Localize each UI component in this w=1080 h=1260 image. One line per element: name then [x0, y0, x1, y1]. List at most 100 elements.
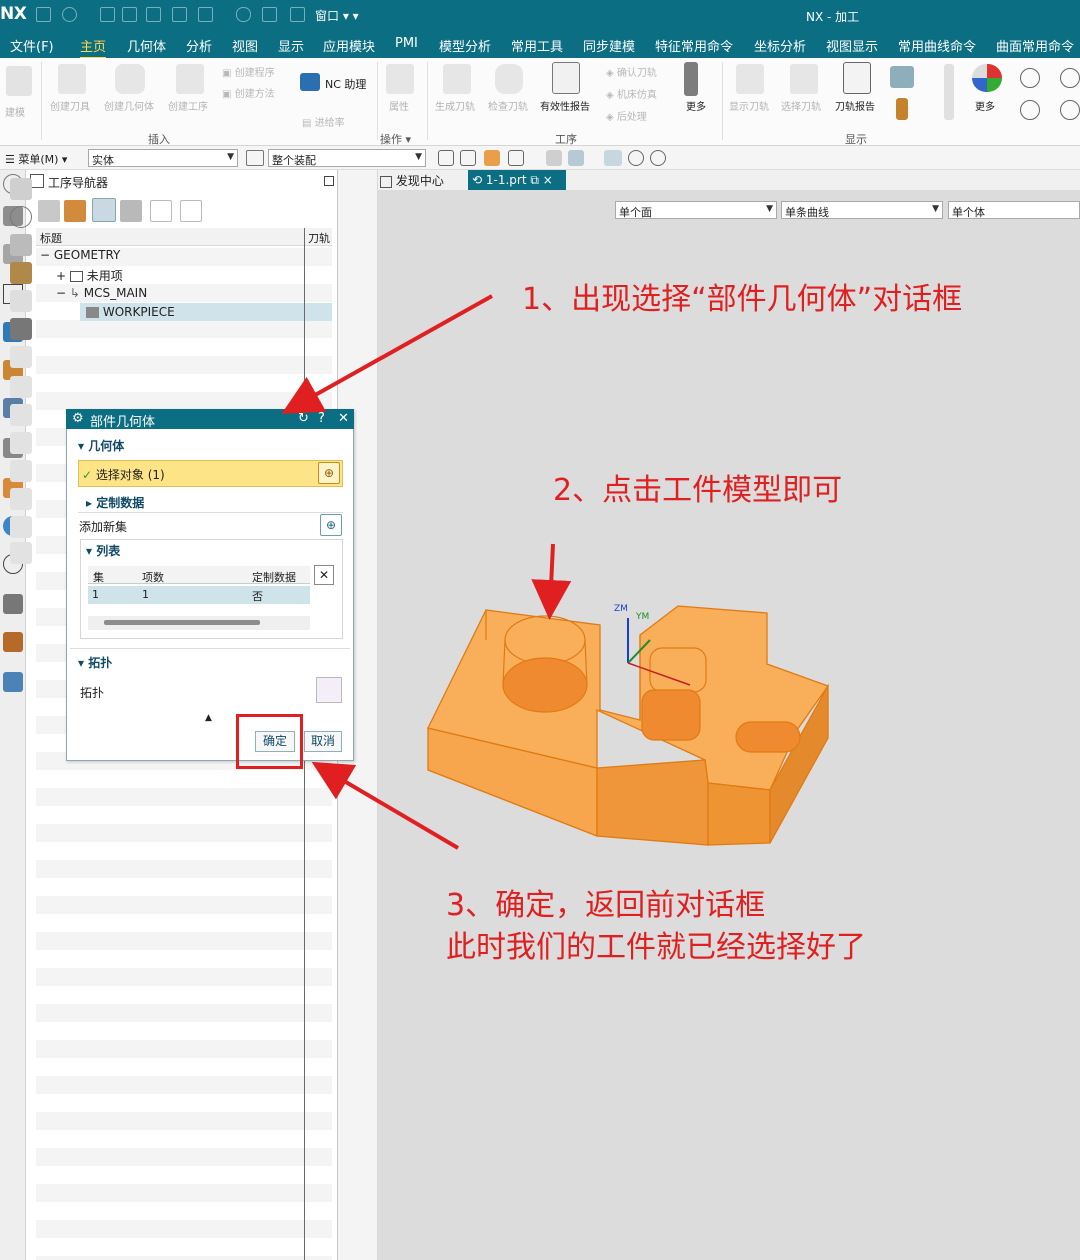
create-operation-icon[interactable] [176, 64, 204, 94]
window-switch-icon[interactable] [290, 7, 305, 22]
section-topology[interactable]: ▾ 拓扑 [78, 654, 112, 671]
machine-icon[interactable] [3, 632, 23, 652]
more-button-2[interactable]: 更多 [975, 98, 995, 113]
box-select-icon[interactable] [546, 150, 562, 166]
tab-part[interactable]: ⟲ 1-1.prt ⧉ × [468, 170, 566, 192]
filter-icon[interactable] [246, 150, 264, 166]
section-geometry[interactable]: ▾ 几何体 [78, 437, 124, 454]
properties-icon[interactable] [386, 64, 414, 94]
measure-icon[interactable] [262, 7, 277, 22]
create-program-button[interactable]: ▣ 创建程序 [222, 64, 275, 79]
menu-view[interactable]: 视图 [232, 36, 258, 55]
roles-icon[interactable] [3, 672, 23, 692]
topology-icon[interactable] [316, 677, 342, 703]
table-scrollbar[interactable] [104, 620, 260, 625]
machine-sim-button[interactable]: ◈ 机床仿真 [606, 86, 657, 101]
hide-icon[interactable] [650, 150, 666, 166]
add-set-icon[interactable]: ⊕ [320, 514, 342, 536]
validity-report-icon[interactable] [552, 62, 580, 94]
cut-icon[interactable] [100, 7, 115, 22]
tools-icon[interactable] [3, 594, 23, 614]
solid-select-icon[interactable] [484, 150, 500, 166]
menu-model-analysis[interactable]: 模型分析 [439, 36, 491, 55]
previous-icon[interactable] [1020, 68, 1040, 88]
more-icon[interactable] [684, 62, 698, 96]
last-icon[interactable] [1060, 100, 1080, 120]
postprocess-button[interactable]: ◈ 后处理 [606, 108, 647, 123]
menu-display[interactable]: 显示 [278, 36, 304, 55]
view-icon[interactable] [10, 460, 32, 482]
tree-node-mcs[interactable]: − ↳ MCS_MAIN [56, 286, 147, 300]
scope-select[interactable]: 整个装配 ▼ [268, 149, 426, 167]
next-icon[interactable] [1060, 68, 1080, 88]
create-tool-icon[interactable] [58, 64, 86, 94]
close-icon[interactable]: × [543, 173, 553, 187]
view-icon[interactable] [10, 404, 32, 426]
help-icon[interactable]: ? [318, 411, 325, 426]
arrow-up-down-icon[interactable] [944, 64, 954, 120]
tree-node-geometry[interactable]: − GEOMETRY [40, 248, 120, 262]
paste-icon[interactable] [146, 7, 161, 22]
undo-icon[interactable] [62, 7, 77, 22]
face-rule-select[interactable]: 单个面 ▼ [615, 201, 777, 219]
rotate-icon[interactable] [10, 206, 32, 228]
view-icon[interactable] [10, 376, 32, 398]
more-button-1[interactable]: 更多 [686, 98, 706, 113]
view-icon[interactable] [10, 516, 32, 538]
view-icon[interactable] [10, 488, 32, 510]
method-view-icon[interactable] [120, 200, 142, 222]
nc-assistant-label[interactable]: NC 助理 [325, 76, 366, 92]
tool-display-icon[interactable] [896, 98, 908, 120]
brush-icon[interactable] [10, 262, 32, 284]
delete-icon[interactable]: ✕ [314, 565, 334, 585]
create-geometry-icon[interactable] [115, 64, 145, 94]
col-toolpath[interactable]: 刀轨 [308, 230, 330, 246]
maximize-icon[interactable] [324, 176, 334, 186]
snap-icon[interactable] [460, 150, 476, 166]
ruler-icon[interactable] [10, 234, 32, 256]
workpiece-model[interactable]: ZM YM [420, 590, 840, 850]
mcs-icon[interactable] [604, 150, 622, 166]
color-wheel-icon[interactable] [972, 64, 1002, 92]
toolpath-report-icon[interactable] [843, 62, 871, 94]
toolpath-report-label[interactable]: 刀轨报告 [835, 98, 875, 113]
section-list[interactable]: ▾ 列表 [86, 542, 120, 559]
close-icon[interactable]: ✕ [338, 411, 349, 426]
save-icon[interactable] [36, 7, 51, 22]
menu-analysis[interactable]: 分析 [186, 36, 212, 55]
tab-discover[interactable]: 发现中心 [380, 172, 444, 189]
cancel-button[interactable]: 取消 [304, 731, 342, 752]
menu-surface-commands[interactable]: 曲面常用命令 [996, 36, 1074, 55]
display-option-icon[interactable] [890, 66, 914, 88]
collapse-icon[interactable]: ▲ [205, 713, 212, 723]
copy-icon[interactable] [122, 7, 137, 22]
menu-common-tools[interactable]: 常用工具 [511, 36, 563, 55]
program-view-icon[interactable] [38, 200, 60, 222]
menu-pmi[interactable]: PMI [395, 36, 418, 51]
nc-assistant-icon[interactable] [300, 73, 320, 91]
feed-rate-button[interactable]: ▤ 进给率 [302, 114, 345, 129]
machine-view-icon[interactable] [64, 200, 86, 222]
menu-curve-commands[interactable]: 常用曲线命令 [898, 36, 976, 55]
menu-dropdown[interactable]: ☰ 菜单(M) ▾ [5, 151, 67, 167]
confirm-toolpath-button[interactable]: ◈ 确认刀轨 [606, 64, 657, 79]
touch-mode-icon[interactable] [198, 7, 213, 22]
table-row[interactable]: 1 1 否 [88, 586, 310, 604]
menu-view-display[interactable]: 视图显示 [826, 36, 878, 55]
window-menu[interactable]: 窗口 ▾ ▾ [315, 7, 359, 24]
view-icon[interactable] [10, 432, 32, 454]
tree-node-unused[interactable]: + 未用项 [56, 267, 123, 284]
microphone-icon[interactable] [236, 7, 251, 22]
verify-toolpath-icon[interactable] [495, 64, 523, 94]
layers-icon[interactable] [10, 318, 32, 340]
reset-icon[interactable]: ↻ [298, 411, 309, 426]
delete-icon[interactable] [180, 200, 202, 222]
select-toolpath-icon[interactable] [790, 64, 818, 94]
validity-report-label[interactable]: 有效性报告 [540, 98, 590, 113]
menu-geometry[interactable]: 几何体 [127, 36, 166, 55]
snap-icon[interactable] [438, 150, 454, 166]
menu-feature-commands[interactable]: 特征常用命令 [655, 36, 733, 55]
display-toolpath-icon[interactable] [736, 64, 764, 94]
first-icon[interactable] [1020, 100, 1040, 120]
view-icon[interactable] [10, 542, 32, 564]
